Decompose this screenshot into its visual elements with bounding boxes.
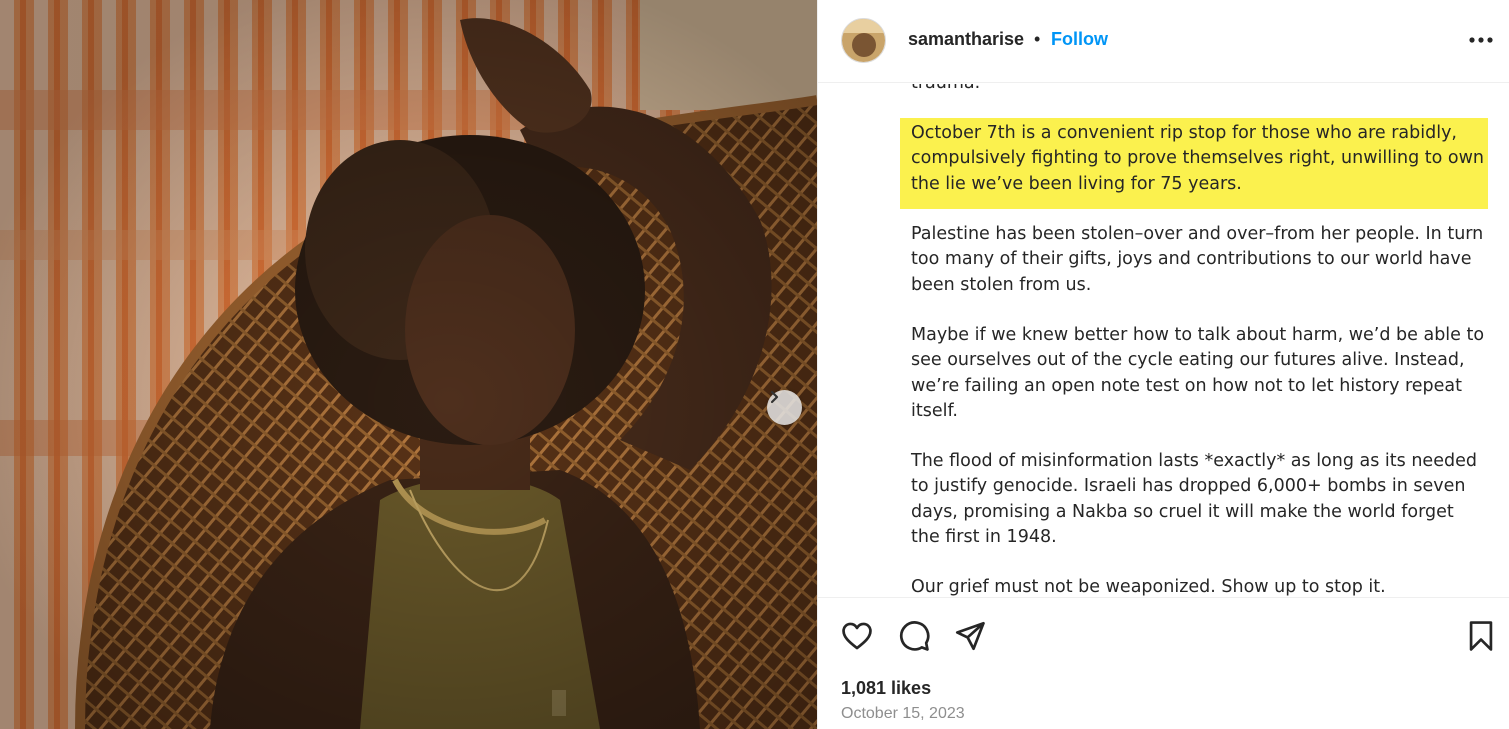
avatar-image: [842, 19, 885, 62]
post-actions: 1,081 likes October 15, 2023: [818, 597, 1509, 729]
post-date[interactable]: October 15, 2023: [841, 705, 965, 723]
post-photo: [0, 0, 817, 729]
post-caption: trauma. October 7th is a convenient rip …: [818, 84, 1509, 596]
post-details-panel: samantharise • Follow trauma. October 7t…: [817, 0, 1509, 729]
more-options-icon: [1469, 37, 1493, 43]
comment-icon: [900, 621, 930, 651]
caption-paragraph: Maybe if we knew better how to talk abou…: [911, 325, 1485, 421]
save-button[interactable]: [1464, 619, 1498, 653]
caption-paragraph: The flood of misinformation lasts *exact…: [911, 451, 1477, 547]
next-photo-button[interactable]: [767, 390, 802, 425]
share-icon: [955, 621, 985, 651]
caption-fragment: trauma.: [911, 84, 1486, 96]
heart-icon: [842, 622, 872, 650]
follow-button[interactable]: Follow: [1051, 29, 1108, 50]
photo-illustration: [0, 0, 817, 729]
avatar[interactable]: [841, 18, 886, 63]
separator-dot: •: [1034, 29, 1041, 49]
likes-count[interactable]: 1,081 likes: [841, 678, 931, 699]
bookmark-icon: [1469, 621, 1493, 651]
chevron-right-icon: [770, 390, 779, 404]
caption-paragraph: Palestine has been stolen–over and over–…: [911, 224, 1484, 295]
caption-paragraph-highlighted: October 7th is a convenient rip stop for…: [911, 123, 1484, 194]
post-header: samantharise • Follow: [818, 0, 1509, 83]
username-link[interactable]: samantharise: [908, 29, 1024, 50]
like-button[interactable]: [840, 619, 874, 653]
share-button[interactable]: [953, 619, 987, 653]
more-options-button[interactable]: [1466, 28, 1496, 52]
comment-button[interactable]: [897, 619, 931, 653]
caption-paragraph: Our grief must not be weaponized. Show u…: [911, 577, 1386, 596]
